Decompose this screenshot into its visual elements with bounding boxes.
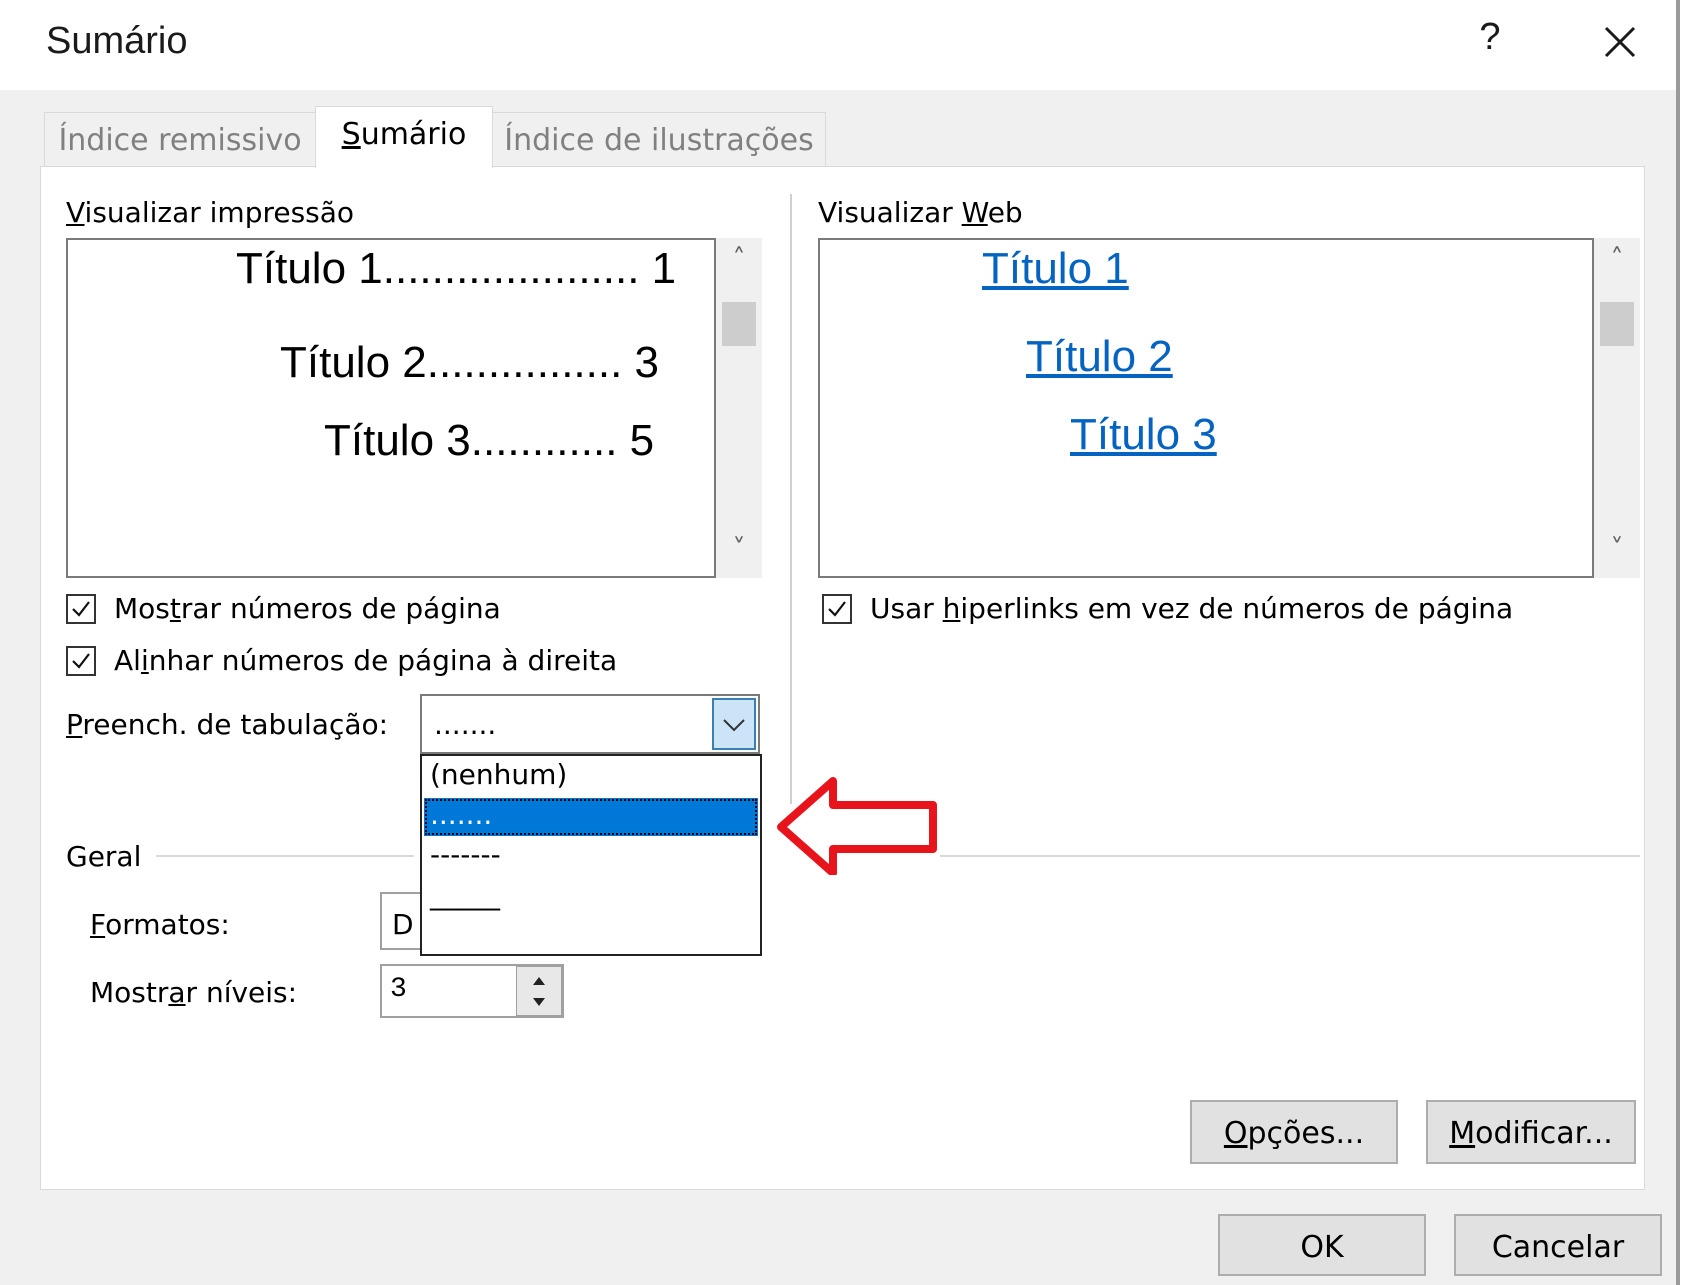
checkmark-icon — [72, 653, 90, 669]
button-label: odificar... — [1475, 1116, 1613, 1151]
chevron-down-icon — [723, 719, 745, 732]
web-preview-label: Visualizar Web — [818, 196, 1023, 229]
label-mnemonic: P — [66, 708, 83, 741]
checkmark-icon — [72, 601, 90, 617]
label-text-rest: nhar números de página à direita — [148, 644, 618, 677]
tab-leader-select[interactable]: ....... — [420, 694, 760, 754]
scroll-up-icon[interactable]: ˄ — [1594, 244, 1640, 284]
group-divider — [940, 855, 1640, 857]
toc-dialog: Sumário ? Índice remissivo Sumário Índic… — [0, 0, 1691, 1285]
use-hyperlinks-label[interactable]: Usar hiperlinks em vez de números de pág… — [870, 592, 1513, 625]
scroll-thumb[interactable] — [722, 302, 756, 346]
show-page-numbers-checkbox[interactable] — [66, 594, 96, 624]
dialog-title: Sumário — [46, 20, 188, 62]
tab-leader-dropdown-list[interactable]: (nenhum) ....... ------- _____ — [420, 754, 762, 956]
dropdown-option-underscores[interactable]: _____ — [424, 878, 758, 916]
label-text: Mostr — [90, 976, 169, 1009]
title-bar: Sumário ? — [0, 0, 1691, 90]
dropdown-option-dashes[interactable]: ------- — [424, 838, 758, 876]
web-entry-level-1[interactable]: Título 1 — [982, 244, 1129, 294]
button-mnemonic: M — [1449, 1116, 1476, 1151]
background-window — [1680, 0, 1691, 1285]
label-text: isualizar impressão — [84, 196, 355, 229]
label-mnemonic: h — [942, 592, 961, 625]
web-preview-box[interactable]: Título 1 Título 2 Título 3 — [818, 238, 1594, 578]
label-text: Visualizar — [818, 196, 962, 229]
help-button[interactable]: ? — [1470, 16, 1510, 66]
tab-leader-value: ....... — [434, 708, 497, 741]
scroll-thumb[interactable] — [1600, 302, 1634, 346]
general-group-label: Geral — [66, 840, 142, 873]
label-text: ormatos: — [105, 908, 230, 941]
tab-leader-label: Preench. de tabulação: — [66, 708, 388, 741]
dropdown-option-dots[interactable]: ....... — [424, 798, 758, 836]
spin-down-button[interactable] — [519, 992, 559, 1014]
levels-value: 3 — [390, 974, 407, 1005]
triangle-up-icon — [533, 977, 545, 985]
web-preview-scrollbar[interactable]: ˄ ˅ — [1594, 238, 1640, 578]
button-label: pções... — [1247, 1116, 1365, 1151]
spin-up-button[interactable] — [519, 969, 559, 991]
label-mnemonic: t — [169, 592, 181, 625]
label-mnemonic: i — [140, 644, 149, 677]
tab-indice-remissivo[interactable]: Índice remissivo — [44, 112, 316, 168]
checkmark-icon — [828, 601, 846, 617]
tab-label: Índice de ilustrações — [504, 123, 814, 158]
scroll-down-icon[interactable]: ˅ — [716, 534, 762, 574]
web-entry-level-2[interactable]: Título 2 — [1026, 332, 1173, 382]
tab-sumario[interactable]: Sumário — [315, 106, 493, 168]
formats-value: D — [392, 908, 414, 941]
label-mnemonic: W — [961, 196, 988, 229]
label-text: Al — [114, 644, 141, 677]
dropdown-button[interactable] — [712, 698, 756, 750]
show-levels-label: Mostrar níveis: — [90, 976, 297, 1009]
modify-button[interactable]: Modificar... — [1426, 1100, 1636, 1164]
align-right-label[interactable]: Alinhar números de página à direita — [114, 644, 617, 677]
label-text: Mos — [114, 592, 170, 625]
ok-button[interactable]: OK — [1218, 1214, 1426, 1276]
label-text-rest: eb — [987, 196, 1023, 229]
close-button[interactable] — [1590, 14, 1650, 74]
triangle-down-icon — [533, 998, 545, 1006]
dropdown-option-none[interactable]: (nenhum) — [424, 758, 758, 796]
show-page-numbers-label[interactable]: Mostrar números de página — [114, 592, 501, 625]
align-right-checkbox[interactable] — [66, 646, 96, 676]
label-text-rest: iperlinks em vez de números de página — [960, 592, 1514, 625]
label-text-rest: r níveis: — [185, 976, 298, 1009]
formats-label: Formatos: — [90, 908, 230, 941]
tab-label: Índice remissivo — [58, 123, 302, 158]
label-mnemonic: F — [90, 908, 106, 941]
print-preview-label: Visualizar impressão — [66, 196, 354, 229]
label-mnemonic: V — [66, 196, 85, 229]
scroll-up-icon[interactable]: ˄ — [716, 244, 762, 284]
print-entry-level-1: Título 1..................... 1 — [236, 244, 677, 293]
label-text: Usar — [870, 592, 943, 625]
label-text-rest: rar números de página — [180, 592, 501, 625]
tab-indice-ilustracoes[interactable]: Índice de ilustrações — [492, 112, 826, 168]
levels-spinner[interactable] — [516, 966, 562, 1016]
tab-label: umário — [360, 117, 467, 152]
print-preview-scrollbar[interactable]: ˄ ˅ — [716, 238, 762, 578]
annotation-arrow-icon — [775, 775, 945, 879]
scroll-down-icon[interactable]: ˅ — [1594, 534, 1640, 574]
use-hyperlinks-checkbox[interactable] — [822, 594, 852, 624]
close-icon — [1604, 26, 1636, 58]
button-mnemonic: O — [1223, 1116, 1248, 1151]
print-entry-level-2: Título 2................ 3 — [280, 338, 660, 387]
tab-label-mnemonic: S — [341, 117, 361, 152]
group-divider — [156, 855, 414, 857]
label-text: reench. de tabulação: — [82, 708, 389, 741]
web-entry-level-3[interactable]: Título 3 — [1070, 410, 1217, 460]
column-divider — [790, 194, 792, 804]
cancel-button[interactable]: Cancelar — [1454, 1214, 1662, 1276]
print-preview-box[interactable]: Título 1..................... 1 Título 2… — [66, 238, 716, 578]
options-button[interactable]: Opções... — [1190, 1100, 1398, 1164]
print-entry-level-3: Título 3............ 5 — [324, 416, 655, 465]
label-mnemonic: a — [168, 976, 186, 1009]
